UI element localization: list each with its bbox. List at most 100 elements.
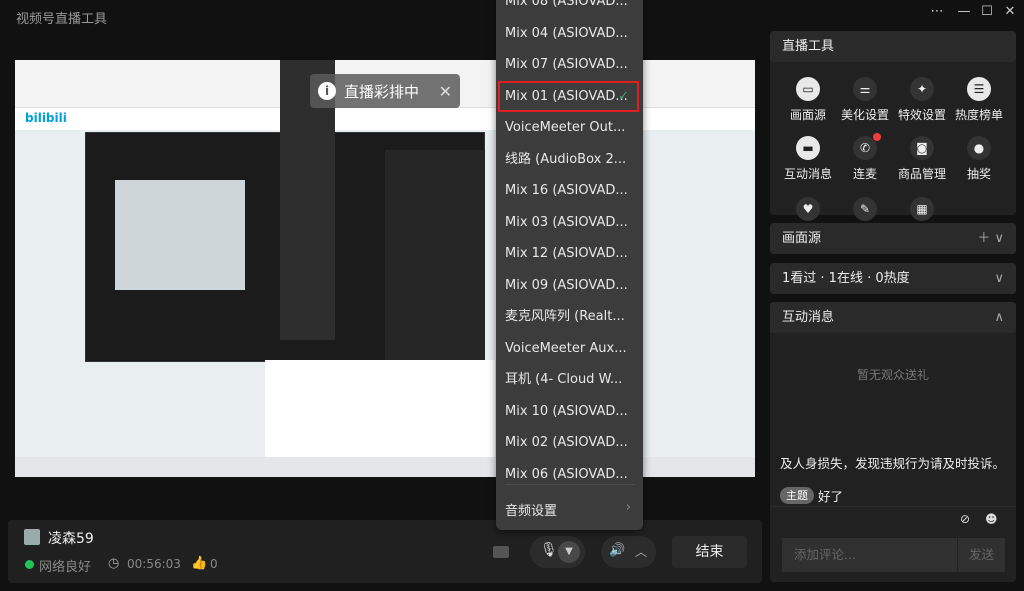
tool-phone[interactable]: ✆ 连麦 [835, 133, 895, 182]
speaker-icon[interactable]: 🔊 [609, 543, 625, 558]
audio-device-item[interactable]: VoiceMeeter Aux... [496, 333, 643, 364]
tool-label: 画面源 [789, 108, 826, 122]
add-chevron-icons[interactable]: ＋ ∨ [977, 223, 1004, 254]
stats-text: 1看过 · 1在线 · 0热度 [782, 271, 910, 286]
wand-icon[interactable]: ✎ [853, 197, 877, 221]
sliders-icon: ⚌ [853, 77, 877, 101]
message-icon: ▬ [796, 136, 820, 160]
audio-device-label: Mix 08 (ASIOVAD... [505, 0, 628, 9]
tool-label: 热度榜单 [954, 108, 1003, 122]
streamer-name: 凌森59 [48, 531, 94, 547]
tool-message[interactable]: ▬ 互动消息 [778, 136, 838, 182]
audio-device-label: Mix 01 (ASIOVAD... [505, 88, 628, 104]
audio-device-label: 耳机 (4- Cloud W... [505, 372, 623, 387]
tool-sliders[interactable]: ⚌ 美化设置 [835, 77, 895, 123]
preview-nested-content [115, 180, 245, 290]
screen-icon: ▭ [796, 77, 820, 101]
stats-panel[interactable]: 1看过 · 1在线 · 0热度 ∨ [770, 263, 1016, 294]
messages-panel: 互动消息 ∧ 暂无观众送礼 及人身损失，发现违规行为请及时投诉。 主题 好了 ⊘… [770, 302, 1016, 582]
chevron-down-icon[interactable]: ▼ [558, 541, 580, 563]
audio-device-item[interactable]: Mix 09 (ASIOVAD... [496, 270, 643, 301]
live-duration: 00:56:03 [127, 557, 181, 571]
audio-device-label: Mix 12 (ASIOVAD... [505, 246, 628, 261]
chevron-down-icon[interactable]: ∨ [994, 263, 1004, 294]
tool-bag[interactable]: ◙ 商品管理 [892, 136, 952, 182]
audio-device-item[interactable]: Mix 02 (ASIOVAD... [496, 427, 643, 458]
tool-label: 连麦 [852, 167, 877, 181]
emoji-icon[interactable]: ☻ [985, 512, 998, 526]
audio-device-item[interactable]: VoiceMeeter Out... [496, 112, 643, 143]
rehearsal-label: 直播彩排中 [344, 82, 420, 101]
maximize-icon[interactable]: ☐ [976, 4, 998, 22]
audio-device-item[interactable]: Mix 03 (ASIOVAD... [496, 207, 643, 238]
rotate-icon[interactable] [493, 546, 509, 558]
bag-icon: ◙ [910, 136, 934, 160]
notification-badge [873, 133, 881, 141]
audio-device-item[interactable]: Mix 07 (ASIOVAD... [496, 49, 643, 80]
audio-device-item[interactable]: 耳机 (4- Cloud W... [496, 364, 643, 395]
preview-site-nav [15, 108, 755, 130]
speaker-control: 🔊 ︿ [601, 536, 656, 568]
audio-device-item[interactable]: Mix 12 (ASIOVAD... [496, 238, 643, 269]
audio-device-label: Mix 07 (ASIOVAD... [505, 57, 628, 72]
messages-title: 互动消息 [782, 310, 835, 325]
tool-lottery[interactable]: ● 抽奖 [949, 136, 1009, 182]
audio-device-label: Mix 09 (ASIOVAD... [505, 277, 628, 293]
check-icon: ✓ [618, 88, 629, 104]
chevron-up-icon[interactable]: ︿ [635, 543, 647, 560]
more-icon[interactable]: ⋯ [926, 4, 948, 22]
preview-taskbar [15, 457, 755, 477]
clock-icon: ◷ [108, 556, 120, 571]
tool-screen[interactable]: ▭ 画面源 [778, 77, 838, 123]
audio-device-label: 麦克风阵列 (Realt... [505, 309, 625, 324]
window-title: 视频号直播工具 [16, 12, 108, 27]
audio-device-item[interactable]: Mix 16 (ASIOVAD... [496, 175, 643, 206]
tool-label: 互动消息 [783, 167, 832, 181]
sparkle-icon: ✦ [910, 77, 934, 101]
chevron-up-icon[interactable]: ∧ [994, 302, 1004, 333]
calendar-icon[interactable]: ▦ [910, 197, 934, 221]
audio-device-label: VoiceMeeter Aux... [505, 340, 627, 356]
tool-sparkle[interactable]: ✦ 特效设置 [892, 77, 952, 123]
heart-icon[interactable]: ♥ [796, 197, 820, 221]
like-count: 0 [210, 557, 218, 571]
audio-device-item[interactable]: Mix 01 (ASIOVAD... ✓ [498, 80, 639, 112]
audio-device-item[interactable]: Mix 04 (ASIOVAD... [496, 18, 643, 49]
network-status: 网络良好 [39, 560, 92, 575]
close-banner-icon[interactable]: ✕ [439, 82, 452, 101]
send-button[interactable]: 发送 [957, 538, 1005, 572]
rehearsal-banner: i 直播彩排中 ✕ [310, 74, 460, 108]
tool-list[interactable]: ☰ 热度榜单 [949, 77, 1009, 123]
source-panel-title: 画面源 [782, 231, 822, 246]
preview-nested-panel [385, 150, 485, 360]
close-icon[interactable]: ✕ [999, 4, 1021, 22]
live-tools-title: 直播工具 [770, 31, 1016, 62]
topic-text: 好了 [818, 489, 844, 504]
thumbs-up-icon: 👍 [191, 556, 208, 571]
tool-label: 美化设置 [840, 108, 889, 122]
avatar [24, 529, 40, 545]
chevron-right-icon: › [625, 500, 631, 515]
end-live-button[interactable]: 结束 [672, 536, 747, 568]
audio-device-item[interactable]: 麦克风阵列 (Realt... [496, 301, 643, 332]
audio-device-label: VoiceMeeter Out... [505, 120, 626, 135]
audio-device-item[interactable]: Mix 10 (ASIOVAD... [496, 396, 643, 427]
audio-device-label: Mix 02 (ASIOVAD... [505, 435, 628, 450]
topic-tag: 主题 [780, 487, 814, 504]
audio-device-item[interactable]: Mix 08 (ASIOVAD... [496, 0, 643, 17]
microphone-control: 🎙 ▼ [530, 536, 585, 568]
source-panel[interactable]: 画面源 ＋ ∨ [770, 223, 1016, 254]
audio-device-label: Mix 04 (ASIOVAD... [505, 25, 628, 41]
mute-comments-icon[interactable]: ⊘ [960, 512, 970, 526]
info-icon: i [318, 82, 336, 100]
microphone-icon[interactable]: 🎙 [540, 542, 558, 558]
divider [770, 506, 1016, 507]
rule-notice: 及人身损失，发现违规行为请及时投诉。 [780, 456, 1006, 471]
minimize-icon[interactable]: — [953, 4, 975, 22]
audio-device-dropdown: Mix 08 (ASIOVAD... Mix 04 (ASIOVAD... Mix … [496, 0, 643, 530]
comment-input[interactable]: 添加评论... [782, 538, 957, 572]
audio-device-label: 线路 (AudioBox 2... [505, 151, 627, 167]
network-status-dot [25, 560, 34, 569]
audio-settings-item[interactable]: 音频设置 [505, 500, 557, 519]
audio-device-item[interactable]: 线路 (AudioBox 2... [496, 144, 643, 175]
